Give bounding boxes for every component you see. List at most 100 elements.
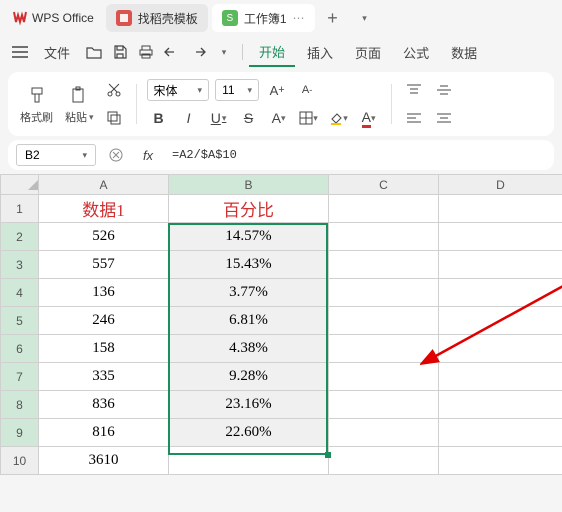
col-head-B[interactable]: B [169, 175, 329, 195]
cell[interactable] [439, 279, 562, 307]
cell-reference-input[interactable]: B2▾ [16, 144, 96, 166]
cell[interactable]: 526 [39, 223, 169, 251]
bold-button[interactable]: B [147, 106, 171, 130]
cell[interactable]: 246 [39, 307, 169, 335]
cell[interactable]: 816 [39, 419, 169, 447]
select-all-corner[interactable] [1, 175, 39, 195]
row-head[interactable]: 6 [1, 335, 39, 363]
selection-handle[interactable] [325, 452, 331, 458]
font-name-select[interactable]: 宋体▾ [147, 79, 210, 101]
menu-insert[interactable]: 插入 [297, 39, 343, 66]
menu-file[interactable]: 文件 [34, 39, 80, 66]
cell[interactable]: 数据1 [39, 195, 169, 223]
menu-data[interactable]: 数据 [441, 39, 487, 66]
cell[interactable] [439, 447, 562, 475]
cell[interactable] [329, 251, 439, 279]
align-middle-icon[interactable] [432, 78, 456, 102]
align-top-icon[interactable] [402, 78, 426, 102]
fill-color-button[interactable]: ▾ [327, 106, 351, 130]
print-icon[interactable] [134, 40, 158, 64]
save-icon[interactable] [108, 40, 132, 64]
cell[interactable]: 836 [39, 391, 169, 419]
cell[interactable]: 4.38% [169, 335, 329, 363]
fx-icon[interactable]: fx [136, 143, 160, 167]
add-tab-button[interactable]: + [319, 4, 347, 32]
format-painter-icon[interactable] [25, 83, 49, 107]
cancel-formula-icon[interactable] [104, 143, 128, 167]
font-style-button[interactable]: A▾ [267, 106, 291, 130]
col-head-D[interactable]: D [439, 175, 562, 195]
folder-icon[interactable] [82, 40, 106, 64]
grid[interactable]: A B C D 1 数据1 百分比 252614.57% 355715.43% … [0, 174, 562, 475]
row-head[interactable]: 8 [1, 391, 39, 419]
row-head[interactable]: 1 [1, 195, 39, 223]
cell[interactable]: 3.77% [169, 279, 329, 307]
cut-icon[interactable] [102, 78, 126, 102]
row-head[interactable]: 5 [1, 307, 39, 335]
cell[interactable] [329, 391, 439, 419]
cell[interactable] [439, 223, 562, 251]
italic-button[interactable]: I [177, 106, 201, 130]
font-size-select[interactable]: 11▾ [215, 79, 259, 101]
cell[interactable]: 22.60% [169, 419, 329, 447]
paste-label[interactable]: 粘贴▾ [65, 109, 94, 125]
cell[interactable]: 15.43% [169, 251, 329, 279]
paste-icon[interactable] [67, 83, 91, 107]
row-head[interactable]: 10 [1, 447, 39, 475]
cell[interactable]: 百分比 [169, 195, 329, 223]
row-head[interactable]: 7 [1, 363, 39, 391]
redo-icon[interactable] [186, 40, 210, 64]
row-head[interactable]: 4 [1, 279, 39, 307]
col-head-A[interactable]: A [39, 175, 169, 195]
tab-workbook[interactable]: S 工作簿1 ⋯ [212, 4, 315, 32]
cell[interactable]: 136 [39, 279, 169, 307]
tab-menu-icon[interactable]: ⋯ [293, 11, 305, 25]
cell[interactable] [439, 335, 562, 363]
cell[interactable]: 14.57% [169, 223, 329, 251]
cell[interactable]: 335 [39, 363, 169, 391]
formula-input[interactable]: =A2/$A$10 [168, 146, 546, 164]
cell[interactable] [439, 391, 562, 419]
cell[interactable] [439, 307, 562, 335]
menu-formula[interactable]: 公式 [393, 39, 439, 66]
cell[interactable]: 6.81% [169, 307, 329, 335]
strike-button[interactable]: S [237, 106, 261, 130]
cell[interactable]: 557 [39, 251, 169, 279]
cell[interactable] [439, 363, 562, 391]
menu-page[interactable]: 页面 [345, 39, 391, 66]
cell[interactable]: 23.16% [169, 391, 329, 419]
font-decrease-icon[interactable]: A- [295, 78, 319, 102]
align-left-icon[interactable] [402, 106, 426, 130]
align-center-icon[interactable] [432, 106, 456, 130]
cell[interactable] [329, 335, 439, 363]
cell[interactable]: 9.28% [169, 363, 329, 391]
cell[interactable] [439, 195, 562, 223]
tab-overflow-button[interactable]: ▾ [351, 4, 379, 32]
menu-start[interactable]: 开始 [249, 38, 295, 67]
menu-dropdown-icon[interactable]: ▾ [212, 40, 236, 64]
cell[interactable] [169, 447, 329, 475]
cell[interactable] [439, 251, 562, 279]
underline-button[interactable]: U▾ [207, 106, 231, 130]
cell[interactable] [329, 447, 439, 475]
menu-icon[interactable] [8, 40, 32, 64]
cell[interactable] [329, 419, 439, 447]
col-head-C[interactable]: C [329, 175, 439, 195]
font-color-button[interactable]: A▾ [357, 106, 381, 130]
cell[interactable] [329, 223, 439, 251]
cell[interactable] [329, 363, 439, 391]
cell[interactable] [439, 419, 562, 447]
cell[interactable] [329, 195, 439, 223]
copy-icon[interactable] [102, 106, 126, 130]
cell[interactable] [329, 307, 439, 335]
tab-template[interactable]: 找稻壳模板 [106, 4, 208, 32]
border-button[interactable]: ▾ [297, 106, 321, 130]
row-head[interactable]: 2 [1, 223, 39, 251]
cell[interactable] [329, 279, 439, 307]
row-head[interactable]: 9 [1, 419, 39, 447]
font-increase-icon[interactable]: A+ [265, 78, 289, 102]
undo-icon[interactable] [160, 40, 184, 64]
cell[interactable]: 158 [39, 335, 169, 363]
cell[interactable]: 3610 [39, 447, 169, 475]
row-head[interactable]: 3 [1, 251, 39, 279]
